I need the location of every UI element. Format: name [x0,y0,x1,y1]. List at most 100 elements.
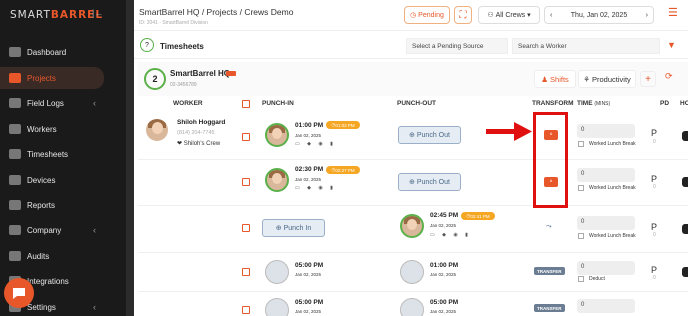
next-day-button[interactable]: › [646,12,648,19]
punch-out-date: Jan 02, 2025 [430,223,457,228]
lunch-break-checkbox[interactable] [578,185,584,191]
row-divider [138,291,688,292]
time-input[interactable]: 0 [577,168,635,182]
row-checkbox[interactable] [242,178,250,186]
prev-day-button[interactable]: ‹ [550,12,552,19]
row-checkbox[interactable] [242,133,250,141]
sidebar-scrollbar[interactable] [126,0,134,316]
shifts-tab[interactable]: ♟ Shifts [534,70,576,88]
worker-name[interactable]: Shiloh Hoggard [177,119,225,126]
pending-button[interactable]: ◷ Pending [404,6,450,24]
punch-photo[interactable] [265,123,289,147]
ho-toggle[interactable] [682,131,688,141]
col-punch-in: PUNCH-IN [262,100,294,107]
menu-icon[interactable]: ☰ [668,6,678,19]
time-input[interactable]: 0 [577,124,635,138]
user-icon: ♟ [541,74,551,84]
chat-icon [13,288,25,299]
audit-icon [9,251,21,261]
pd-sub: 0 [653,232,656,238]
sidebar-item-devices[interactable]: Devices [0,169,126,191]
pd-value: P [651,265,658,275]
pd-sub: 0 [653,139,656,145]
plus-circle-icon: ⊕ [409,132,417,139]
pd-value: P [651,222,658,232]
punch-in-time: 01:00 PM [295,122,324,129]
row-checkbox[interactable] [242,224,250,232]
row-checkbox[interactable] [242,268,250,276]
transfer-badge: TRANSFER [534,304,565,312]
breadcrumb[interactable]: SmartBarrel HQ / Projects / Crews Demo [139,7,293,17]
sidebar-item-field-logs[interactable]: Field Logs ‹ [0,92,126,114]
punch-in-time: 05:00 PM [295,262,324,269]
ho-toggle[interactable] [682,267,688,277]
pd-sub: 0 [653,184,656,190]
refresh-icon[interactable]: ⟳ [665,71,673,82]
punch-in-icons: ▭ ◆ ◉ ▮ [295,185,336,191]
clock-icon: ◷ [410,12,419,19]
pending-source-select[interactable]: Select a Pending Source [406,38,508,54]
punch-out-time: 01:00 PM [430,262,459,269]
worker-phone: (814) 204-7745 [177,130,215,136]
main-content: SmartBarrel HQ / Projects / Crews Demo I… [134,0,688,316]
crews-select[interactable]: ⚇ All Crews ▾ [478,6,540,24]
sidebar-item-audits[interactable]: Audits [0,245,126,267]
report-icon [9,200,21,210]
sidebar-item-workers[interactable]: Workers [0,118,126,140]
lunch-break-checkbox[interactable] [578,233,584,239]
split-icon[interactable]: ⤳ [546,223,552,231]
users-icon: ⚇ [487,12,496,19]
punch-in-date: Jan 02, 2025 [295,177,322,182]
punch-photo[interactable] [265,168,289,192]
collapse-sidebar-icon[interactable]: |← [92,8,103,18]
punch-out-date: Jan 02, 2025 [430,309,457,314]
sidebar-item-timesheets[interactable]: Timesheets [0,143,126,165]
row-checkbox[interactable] [242,306,250,314]
time-input[interactable]: 0 [577,261,635,275]
ho-toggle[interactable] [682,224,688,234]
worker-avatar [144,117,170,143]
punch-in-button[interactable]: ⊕ Punch In [262,219,325,237]
users-icon [9,124,21,134]
vehicle-photo[interactable] [265,260,289,284]
punch-out-button[interactable]: ⊕ Punch Out [398,126,461,144]
filter-icon[interactable]: ▼ [667,40,676,50]
select-all-checkbox[interactable] [242,100,250,108]
transfer-badge: TRANSFER [534,267,565,275]
productivity-tab[interactable]: ⚘ Productivity [578,70,636,88]
col-worker: WORKER [173,100,203,107]
sidebar: SMARTBARREL |← Dashboard Projects Field … [0,0,126,316]
sidebar-item-reports[interactable]: Reports [0,194,126,216]
sidebar-item-company[interactable]: Company ‹ [0,219,126,241]
sidebar-item-projects[interactable]: Projects [0,67,104,89]
time-input[interactable]: 0 [577,299,635,313]
device-icon [9,175,21,185]
add-button[interactable]: + [640,71,656,87]
clipboard-icon [9,98,21,108]
punch-in-badge: ◷ 02:27 PM [326,166,360,174]
focus-button[interactable]: ⛶ [454,6,472,24]
chevron-left-icon: ‹ [93,302,96,312]
deduct-checkbox[interactable] [578,276,584,282]
punch-out-icons: ▭ ◆ ◉ ▮ [430,232,471,238]
divider [134,58,688,59]
sidebar-item-dashboard[interactable]: Dashboard [0,41,126,63]
time-input[interactable]: 0 [577,216,635,230]
vehicle-photo[interactable] [400,298,424,316]
col-punch-out: PUNCH-OUT [397,100,436,107]
flag-icon [226,71,236,76]
chevron-left-icon: ‹ [93,225,96,235]
punch-out-button[interactable]: ⊕ Punch Out [398,173,461,191]
group-count: 2 [144,68,166,90]
ho-toggle[interactable] [682,177,688,187]
punch-photo[interactable] [400,214,424,238]
vehicle-photo[interactable] [400,260,424,284]
pd-sub: 0 [653,275,656,281]
lunch-break-checkbox[interactable] [578,141,584,147]
vehicle-photo[interactable] [265,298,289,316]
group-title: SmartBarrel HQ [170,69,231,78]
date-picker[interactable]: ‹ Thu, Jan 02, 2025 › [544,6,654,24]
chevron-left-icon: ‹ [93,98,96,108]
chat-support-button[interactable] [4,278,34,308]
search-worker-input[interactable]: Search a Worker [512,38,660,54]
